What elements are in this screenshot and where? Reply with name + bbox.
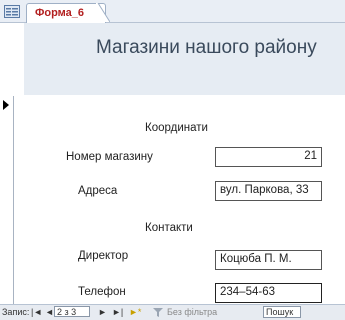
record-label: Запис:: [2, 307, 30, 317]
store-number-label: Номер магазину: [66, 151, 153, 163]
last-record-button[interactable]: ►|: [112, 307, 123, 317]
section-contacts: Контакти: [145, 222, 193, 234]
new-record-button[interactable]: ►*: [129, 307, 141, 317]
tab-edge: [96, 3, 110, 22]
address-field[interactable]: вул. Паркова, 33: [215, 181, 322, 201]
director-label: Директор: [78, 250, 129, 262]
form-icon: [4, 5, 20, 18]
section-coordinates: Координати: [145, 122, 208, 134]
tab-label: Форма_6: [35, 7, 85, 19]
form-header: [24, 23, 345, 95]
filter-status-button[interactable]: Без фільтра: [167, 307, 217, 317]
filter-icon: [153, 308, 163, 317]
director-field[interactable]: Коцюба П. М.: [215, 250, 322, 270]
store-number-field[interactable]: 21: [215, 147, 322, 167]
phone-field[interactable]: 234–54-63: [215, 283, 322, 303]
address-label: Адреса: [78, 185, 118, 197]
record-selector[interactable]: [0, 96, 14, 304]
next-record-button[interactable]: ►: [98, 307, 107, 317]
tab-form-6[interactable]: Форма_6: [26, 3, 106, 23]
phone-label: Телефон: [78, 286, 126, 298]
form-title: Магазини нашого району: [96, 37, 317, 58]
record-navigation-bar: Запис: |◄ ◄ 2 з 3 ► ►| ►* Без фільтра По…: [0, 304, 345, 320]
first-record-button[interactable]: |◄: [31, 307, 42, 317]
current-record-arrow-icon: [3, 100, 9, 110]
record-position-input[interactable]: 2 з 3: [54, 306, 90, 317]
previous-record-button[interactable]: ◄: [45, 307, 54, 317]
search-input[interactable]: Пошук: [263, 306, 301, 318]
